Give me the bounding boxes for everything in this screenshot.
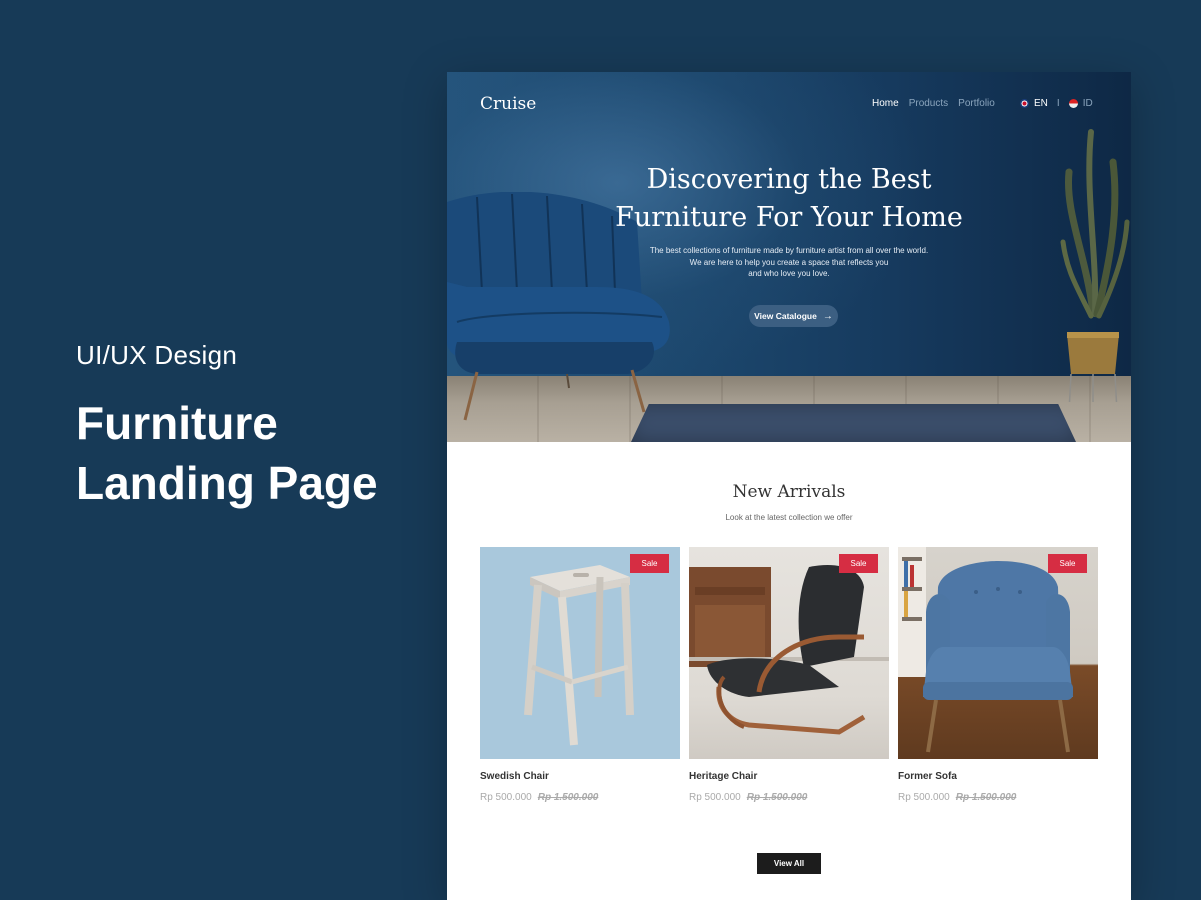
brand-logo[interactable]: Cruise (480, 94, 536, 114)
sofa-chair-illustration (898, 547, 1073, 753)
plant-illustration (1060, 129, 1130, 402)
lang-en[interactable]: EN (1034, 98, 1048, 109)
old-price: Rp 1.500.000 (537, 792, 599, 803)
landing-page-mockup: Cruise Home Products Portfolio EN I ID D… (447, 72, 1131, 900)
current-price: Rp 500.000 (898, 792, 950, 803)
lang-id[interactable]: ID (1083, 98, 1093, 109)
hero-desc-line3: and who love you love. (748, 269, 830, 278)
view-catalogue-button[interactable]: View Catalogue → (749, 305, 838, 327)
view-catalogue-label: View Catalogue (754, 311, 817, 321)
product-card-heritage-chair[interactable]: Sale Heritage Chair Rp 500.000 Rp 1.500.0… (689, 547, 889, 803)
slide-title-line1: Furniture (76, 397, 278, 449)
view-all-button[interactable]: View All (757, 853, 821, 874)
sale-badge: Sale (1048, 554, 1087, 573)
product-image[interactable]: Sale (480, 547, 680, 759)
hero-desc-line2: We are here to help you create a space t… (689, 257, 889, 267)
product-price: Rp 500.000 Rp 1.500.000 (898, 792, 1098, 803)
hero-rug (631, 404, 1076, 442)
main-nav: Home Products Portfolio (872, 98, 995, 109)
nav-link-products[interactable]: Products (909, 98, 948, 109)
product-name[interactable]: Heritage Chair (689, 771, 889, 782)
lounge-chair-illustration (689, 565, 889, 735)
language-switcher: EN I ID (1020, 98, 1093, 109)
product-name[interactable]: Swedish Chair (480, 771, 680, 782)
hero-description: The best collections of furniture made b… (627, 245, 951, 280)
current-price: Rp 500.000 (480, 792, 532, 803)
nav-link-portfolio[interactable]: Portfolio (958, 98, 995, 109)
hero-title-line2: Furniture For Your Home (615, 202, 963, 233)
product-price: Rp 500.000 Rp 1.500.000 (480, 792, 680, 803)
slide-heading: UI/UX Design Furniture Landing Page (76, 340, 378, 513)
uk-flag-icon (1020, 99, 1029, 108)
product-card-former-sofa[interactable]: Sale Former Sofa Rp 500.000 Rp 1.500.000 (898, 547, 1098, 803)
indonesia-flag-icon (1068, 99, 1078, 108)
hero-title-line1: Discovering the Best (646, 164, 932, 195)
arrow-right-icon: → (822, 310, 833, 322)
nav-link-home[interactable]: Home (872, 98, 899, 109)
product-image[interactable]: Sale (898, 547, 1098, 759)
sale-badge: Sale (630, 554, 669, 573)
old-price: Rp 1.500.000 (746, 792, 808, 803)
slide-title: Furniture Landing Page (76, 393, 378, 513)
new-arrivals-title: New Arrivals (732, 482, 846, 502)
lang-separator: I (1056, 98, 1060, 109)
hero-title: Discovering the Best Furniture For Your … (597, 161, 981, 237)
slide-subtitle: UI/UX Design (76, 340, 238, 370)
new-arrivals-subtitle: Look at the latest collection we offer (725, 513, 853, 522)
stool-illustration (524, 565, 634, 746)
hero-desc-line1: The best collections of furniture made b… (649, 246, 929, 255)
product-card-swedish-chair[interactable]: Sale Swedish Chair Rp 500.000 Rp 1.500.00… (480, 547, 680, 803)
sale-badge: Sale (839, 554, 878, 573)
old-price: Rp 1.500.000 (955, 792, 1017, 803)
product-name[interactable]: Former Sofa (898, 771, 1098, 782)
product-image[interactable]: Sale (689, 547, 889, 759)
slide-title-line2: Landing Page (76, 457, 378, 509)
hero-section: Cruise Home Products Portfolio EN I ID D… (447, 72, 1131, 442)
current-price: Rp 500.000 (689, 792, 741, 803)
product-price: Rp 500.000 Rp 1.500.000 (689, 792, 889, 803)
